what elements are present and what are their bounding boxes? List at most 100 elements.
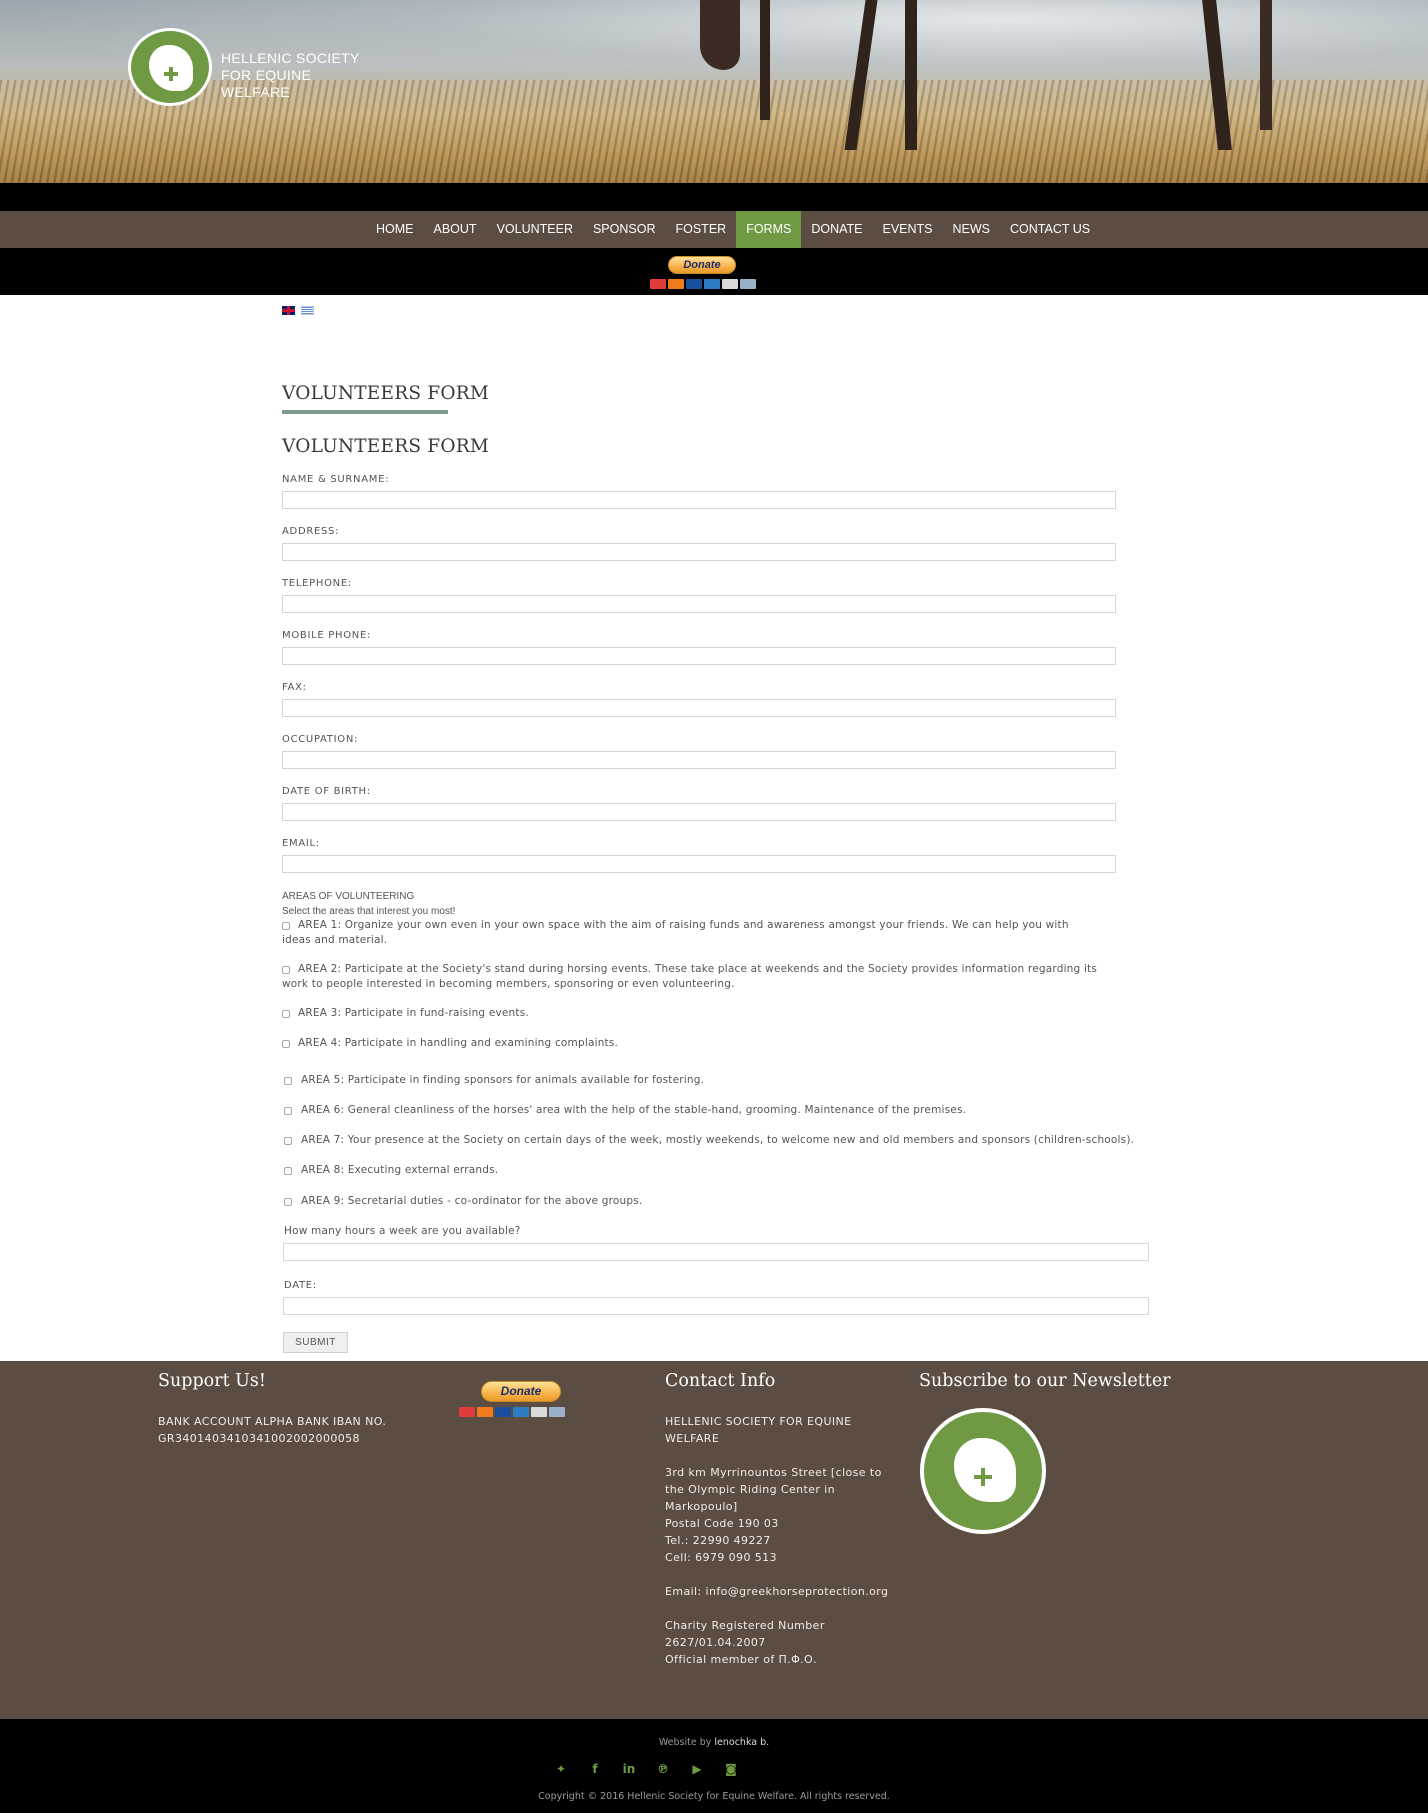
footer: Support Us! BANK ACCOUNT ALPHA BANK IBAN… xyxy=(0,1361,1428,1719)
footer-payment-cards xyxy=(459,1407,565,1417)
social-links: ✦ f in ℗ ▶ ◙ xyxy=(553,1761,739,1777)
cross-icon xyxy=(974,1468,992,1486)
nav-item-contact-us[interactable]: CONTACT US xyxy=(1000,211,1100,248)
area-5-label: AREA 5: Participate in finding sponsors … xyxy=(301,1074,705,1086)
hours-input[interactable] xyxy=(284,1248,1148,1264)
pinterest-icon[interactable]: ℗ xyxy=(655,1761,671,1777)
donate-button[interactable]: Donate xyxy=(668,256,736,274)
areas-subheading: Select the areas that interest you most! xyxy=(282,906,456,917)
address-field[interactable] xyxy=(282,543,1116,564)
area-4-label: AREA 4: Participate in handling and exam… xyxy=(298,1037,619,1049)
card-icon xyxy=(549,1407,565,1417)
mobile-label: MOBILE PHONE: xyxy=(282,630,372,641)
name-input[interactable] xyxy=(283,496,1115,512)
fax-field[interactable] xyxy=(282,699,1116,720)
mobile-field[interactable] xyxy=(282,647,1116,668)
area-2-label: AREA 2: Participate at the Society's sta… xyxy=(282,963,1098,990)
payment-cards xyxy=(650,279,756,289)
area-3-label: AREA 3: Participate in fund-raising even… xyxy=(298,1007,529,1019)
card-icon xyxy=(722,279,738,289)
area-6-label: AREA 6: General cleanliness of the horse… xyxy=(301,1104,967,1116)
occupation-label: OCCUPATION: xyxy=(282,734,359,745)
website-credit: Website by lenochka b. xyxy=(658,1737,770,1748)
areas-heading: AREAS OF VOLUNTEERING xyxy=(282,891,415,902)
main-nav: HOME ABOUT VOLUNTEER SPONSOR FOSTER FORM… xyxy=(0,211,1428,248)
occupation-field[interactable] xyxy=(282,751,1116,772)
fax-input[interactable] xyxy=(283,704,1115,720)
card-icon xyxy=(740,279,756,289)
card-icon xyxy=(531,1407,547,1417)
bottom-bar: Website by lenochka b. ✦ f in ℗ ▶ ◙ Copy… xyxy=(0,1719,1428,1813)
telephone-field[interactable] xyxy=(282,595,1116,616)
support-heading: Support Us! xyxy=(158,1371,266,1391)
telephone-input[interactable] xyxy=(283,600,1115,616)
nav-item-forms[interactable]: FORMS xyxy=(736,211,802,248)
title-underline xyxy=(282,410,448,414)
submit-button[interactable]: SUBMIT xyxy=(283,1332,348,1353)
area-5-checkbox[interactable] xyxy=(284,1077,292,1085)
cross-icon xyxy=(164,67,178,81)
area-6-checkbox[interactable] xyxy=(284,1107,292,1115)
dob-label: DATE OF BIRTH: xyxy=(282,786,371,797)
area-8-label: AREA 8: Executing external errands. xyxy=(301,1164,499,1176)
card-icon xyxy=(495,1407,511,1417)
card-icon xyxy=(459,1407,475,1417)
area-1-label: AREA 1: Organize your own even in your o… xyxy=(282,919,1069,946)
name-label: NAME & SURNAME: xyxy=(282,474,390,485)
card-icon xyxy=(513,1407,529,1417)
address-label: ADDRESS: xyxy=(282,526,340,537)
page-title: VOLUNTEERS FORM xyxy=(282,383,489,404)
nav-item-events[interactable]: EVENTS xyxy=(873,211,943,248)
twitter-icon[interactable]: ✦ xyxy=(553,1761,569,1777)
hero-horse-silhouette xyxy=(700,0,740,70)
nav-item-donate[interactable]: DONATE xyxy=(801,211,872,248)
donate-band: Donate xyxy=(0,248,1428,295)
nav-item-about[interactable]: ABOUT xyxy=(424,211,487,248)
instagram-icon[interactable]: ◙ xyxy=(723,1761,739,1777)
email-field[interactable] xyxy=(282,855,1116,876)
hours-label: How many hours a week are you available? xyxy=(284,1225,521,1237)
nav-item-sponsor[interactable]: SPONSOR xyxy=(583,211,666,248)
name-field[interactable] xyxy=(282,491,1116,512)
date-label: DATE: xyxy=(284,1280,317,1291)
area-7-checkbox[interactable] xyxy=(284,1137,292,1145)
occupation-input[interactable] xyxy=(283,756,1115,772)
address-input[interactable] xyxy=(283,548,1115,564)
nav-item-foster[interactable]: FOSTER xyxy=(665,211,736,248)
nav-item-home[interactable]: HOME xyxy=(366,211,424,248)
nav-item-volunteer[interactable]: VOLUNTEER xyxy=(487,211,583,248)
footer-donate-button[interactable]: Donate xyxy=(481,1381,561,1402)
area-3-checkbox[interactable] xyxy=(282,1010,290,1018)
mobile-input[interactable] xyxy=(283,652,1115,668)
date-input[interactable] xyxy=(284,1302,1148,1318)
area-8-checkbox[interactable] xyxy=(284,1167,292,1175)
greek-flag-icon[interactable] xyxy=(301,306,314,315)
date-field[interactable] xyxy=(283,1297,1149,1318)
card-icon xyxy=(668,279,684,289)
facebook-icon[interactable]: f xyxy=(587,1761,603,1777)
card-icon xyxy=(704,279,720,289)
footer-logo[interactable] xyxy=(920,1408,1046,1534)
dob-field[interactable] xyxy=(282,803,1116,824)
hero-horse-leg xyxy=(760,0,770,120)
youtube-icon[interactable]: ▶ xyxy=(689,1761,705,1777)
area-4-checkbox[interactable] xyxy=(282,1040,290,1048)
area-9-checkbox[interactable] xyxy=(284,1198,292,1206)
site-logo[interactable] xyxy=(128,28,212,106)
email-label: EMAIL: xyxy=(282,838,320,849)
site-name[interactable]: HELLENIC SOCIETY FOR EQUINE WELFARE xyxy=(221,50,371,101)
hours-field[interactable] xyxy=(283,1243,1149,1264)
hero-banner xyxy=(0,0,1428,183)
email-input[interactable] xyxy=(283,860,1115,876)
uk-flag-icon[interactable] xyxy=(282,306,295,315)
contact-email[interactable]: Email: info@greekhorseprotection.org xyxy=(665,1583,895,1600)
dob-input[interactable] xyxy=(283,808,1115,824)
top-black-band xyxy=(0,183,1428,211)
telephone-label: TELEPHONE: xyxy=(282,578,352,589)
contact-text: HELLENIC SOCIETY FOR EQUINE WELFARE 3rd … xyxy=(665,1413,895,1668)
card-icon xyxy=(477,1407,493,1417)
linkedin-icon[interactable]: in xyxy=(621,1761,637,1777)
credit-link[interactable]: lenochka b. xyxy=(714,1737,769,1748)
area-7-label: AREA 7: Your presence at the Society on … xyxy=(301,1134,1135,1146)
nav-item-news[interactable]: NEWS xyxy=(943,211,1001,248)
